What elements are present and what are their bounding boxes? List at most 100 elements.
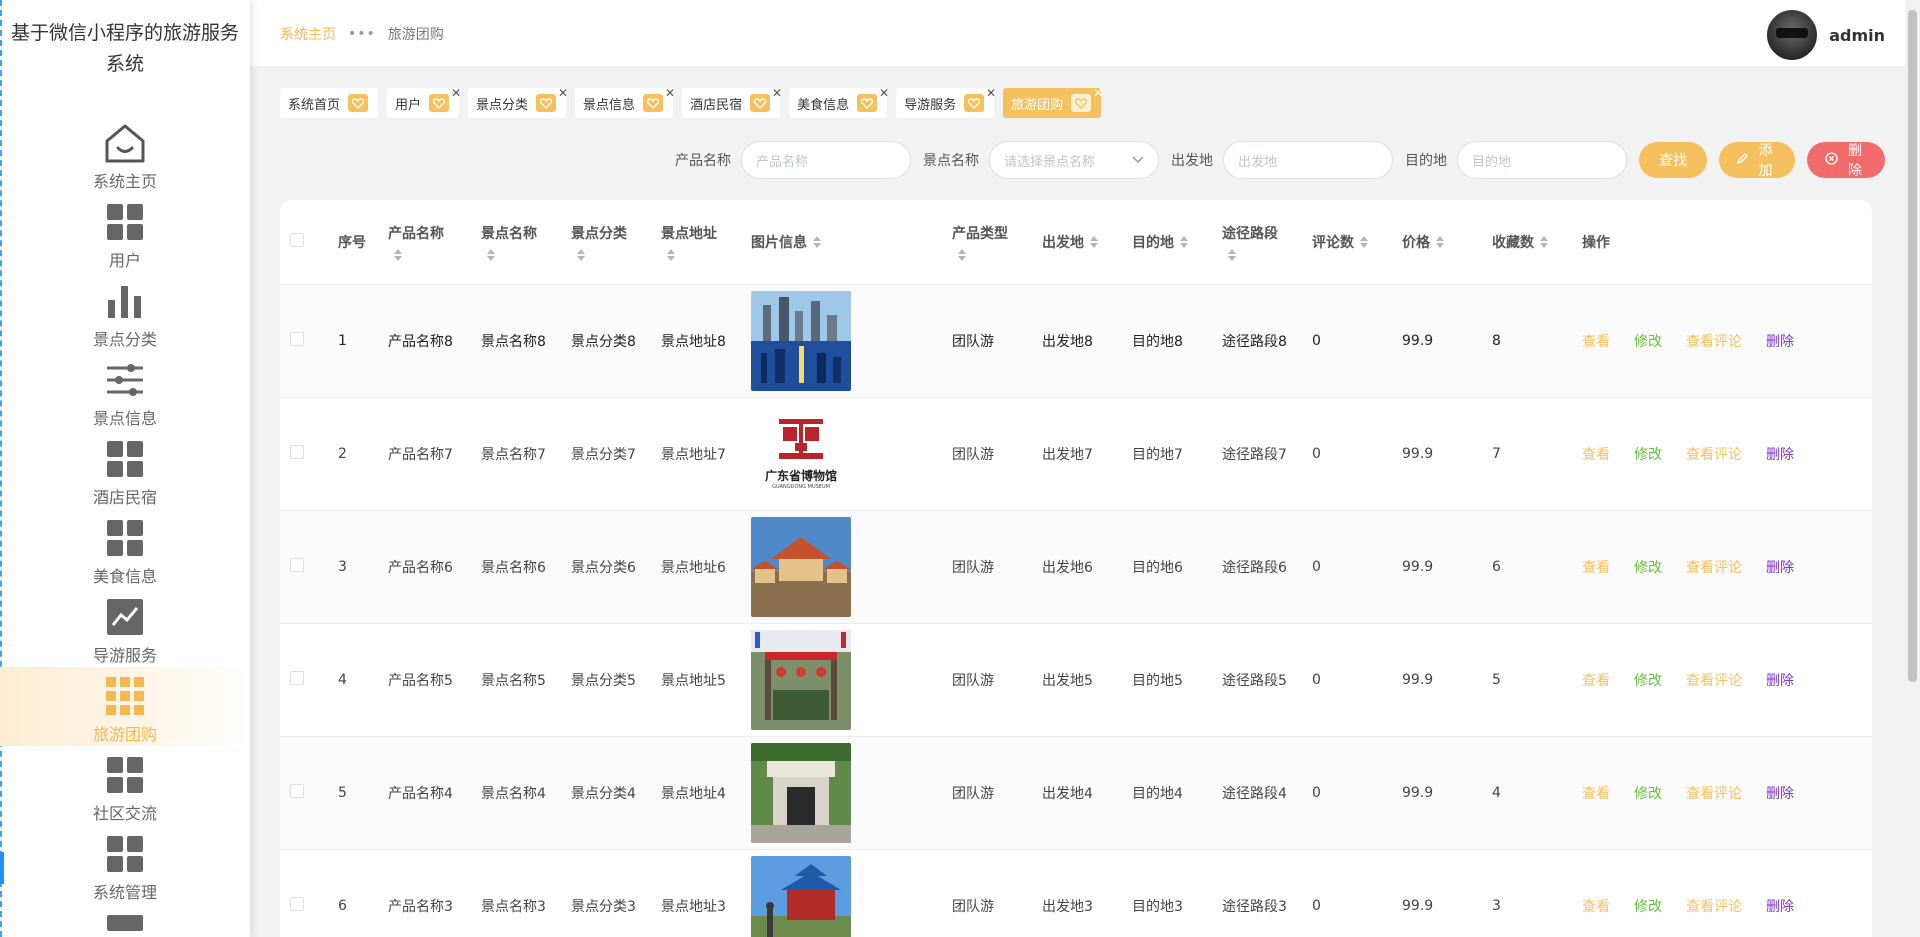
batch-delete-button[interactable]: 删除 (1807, 142, 1885, 179)
view-link[interactable]: 查看 (1582, 670, 1610, 690)
delete-link[interactable]: 删除 (1766, 557, 1794, 577)
view-reviews-link[interactable]: 查看评论 (1686, 444, 1742, 464)
row-checkbox[interactable] (290, 783, 304, 798)
tag-spot-category[interactable]: 景点分类 ✕ (468, 86, 568, 118)
sort-icon[interactable] (667, 248, 677, 261)
view-reviews-link[interactable]: 查看评论 (1686, 557, 1742, 577)
sidebar-item-spot-category[interactable]: 景点分类 (0, 272, 250, 351)
spot-name-select[interactable]: 请选择景点名称 (989, 141, 1159, 179)
sort-icon[interactable] (394, 248, 404, 261)
close-icon[interactable]: ✕ (665, 86, 675, 100)
page-scrollbar[interactable] (1905, 0, 1920, 937)
product-name-input[interactable]: 产品名称 (741, 141, 911, 179)
user-menu[interactable]: admin (1767, 10, 1885, 60)
col-header-image[interactable]: 图片信息 (751, 200, 952, 284)
sort-icon[interactable] (1436, 235, 1446, 248)
spot-image[interactable] (751, 855, 952, 937)
sort-icon[interactable] (487, 248, 497, 261)
sort-icon[interactable] (1090, 235, 1100, 248)
close-icon[interactable]: ✕ (451, 86, 461, 100)
view-link[interactable]: 查看 (1582, 783, 1610, 803)
edit-link[interactable]: 修改 (1634, 783, 1662, 803)
table-row[interactable]: 4 产品名称5 景点名称5 景点分类5 景点地址5 团队游 出发地5 目的地5 途径路段5 0 99… (280, 623, 1872, 736)
sidebar-item-partial[interactable] (0, 904, 250, 937)
view-reviews-link[interactable]: 查看评论 (1686, 896, 1742, 916)
row-checkbox[interactable] (290, 557, 304, 572)
col-header-favorites[interactable]: 收藏数 (1492, 200, 1582, 284)
sidebar-item-community[interactable]: 社区交流 (0, 746, 250, 825)
add-button[interactable]: 添加 (1719, 142, 1795, 179)
col-header-address[interactable]: 景点地址 (661, 200, 751, 284)
close-icon[interactable]: ✕ (1093, 86, 1103, 100)
destination-input[interactable]: 目的地 (1457, 141, 1627, 179)
sidebar-item-food[interactable]: 美食信息 (0, 509, 250, 588)
view-reviews-link[interactable]: 查看评论 (1686, 670, 1742, 690)
sort-icon[interactable] (813, 235, 823, 248)
col-header-route[interactable]: 途径路段 (1222, 200, 1312, 284)
spot-image[interactable] (751, 742, 952, 843)
sidebar-item-spot-info[interactable]: 景点信息 (0, 351, 250, 430)
delete-link[interactable]: 删除 (1766, 896, 1794, 916)
view-link[interactable]: 查看 (1582, 444, 1610, 464)
table-row[interactable]: 1 产品名称8 景点名称8 景点分类8 景点地址8 团队游 出发地8 目的地8 途径路段8 0 99… (280, 284, 1872, 397)
tag-food[interactable]: 美食信息 ✕ (789, 86, 889, 118)
edit-link[interactable]: 修改 (1634, 670, 1662, 690)
spot-image[interactable] (751, 516, 952, 617)
delete-link[interactable]: 删除 (1766, 783, 1794, 803)
view-reviews-link[interactable]: 查看评论 (1686, 331, 1742, 351)
close-icon[interactable]: ✕ (879, 86, 889, 100)
col-header-type[interactable]: 产品类型 (952, 200, 1042, 284)
table-row[interactable]: 6 产品名称3 景点名称3 景点分类3 景点地址3 团队游 出发地3 目的地3 途径路段3 0 99… (280, 849, 1872, 937)
sort-icon[interactable] (1228, 248, 1238, 261)
delete-link[interactable]: 删除 (1766, 331, 1794, 351)
delete-link[interactable]: 删除 (1766, 670, 1794, 690)
col-header-category[interactable]: 景点分类 (571, 200, 661, 284)
spot-image[interactable]: 广东省博物馆 GUANGDONG MUSEUM (751, 403, 952, 504)
edit-link[interactable]: 修改 (1634, 444, 1662, 464)
col-header-spot[interactable]: 景点名称 (481, 200, 571, 284)
edit-link[interactable]: 修改 (1634, 896, 1662, 916)
search-button[interactable]: 查找 (1639, 142, 1707, 178)
view-reviews-link[interactable]: 查看评论 (1686, 783, 1742, 803)
row-checkbox[interactable] (290, 896, 304, 911)
avatar[interactable] (1767, 10, 1818, 60)
breadcrumb-home-link[interactable]: 系统主页 (280, 24, 336, 44)
col-header-comments[interactable]: 评论数 (1312, 200, 1402, 284)
col-header-price[interactable]: 价格 (1402, 200, 1492, 284)
table-row[interactable]: 2 产品名称7 景点名称7 景点分类7 景点地址7 广东省博物馆 GUANGDONG MUS… (280, 397, 1872, 510)
tag-hotel[interactable]: 酒店民宿 ✕ (682, 86, 782, 118)
sort-icon[interactable] (1360, 235, 1370, 248)
col-header-to[interactable]: 目的地 (1132, 200, 1222, 284)
close-icon[interactable]: ✕ (772, 86, 782, 100)
sidebar-item-guide[interactable]: 导游服务 (0, 588, 250, 667)
close-icon[interactable]: ✕ (558, 86, 568, 100)
tag-spot-info[interactable]: 景点信息 ✕ (575, 86, 675, 118)
sidebar-item-users[interactable]: 用户 (0, 193, 250, 272)
table-row[interactable]: 5 产品名称4 景点名称4 景点分类4 景点地址4 团队游 出发地4 目的地4 途径路段4 0 99… (280, 736, 1872, 849)
view-link[interactable]: 查看 (1582, 896, 1610, 916)
col-header-from[interactable]: 出发地 (1042, 200, 1132, 284)
view-link[interactable]: 查看 (1582, 557, 1610, 577)
table-row[interactable]: 3 产品名称6 景点名称6 景点分类6 景点地址6 团队游 出发地6 目的地6 途径路段6 0 99… (280, 510, 1872, 623)
sort-icon[interactable] (1180, 235, 1190, 248)
tag-home[interactable]: 系统首页 (280, 88, 379, 118)
sort-icon[interactable] (1540, 235, 1550, 248)
edit-link[interactable]: 修改 (1634, 331, 1662, 351)
scrollbar-thumb[interactable] (1908, 10, 1917, 682)
row-checkbox[interactable] (290, 444, 304, 459)
select-all-checkbox[interactable] (290, 232, 304, 247)
departure-input[interactable]: 出发地 (1223, 141, 1393, 179)
row-checkbox[interactable] (290, 670, 304, 685)
spot-image[interactable] (751, 629, 952, 730)
sidebar-item-system[interactable]: 系统管理 (0, 825, 250, 904)
close-icon[interactable]: ✕ (986, 86, 996, 100)
tag-group-tour[interactable]: 旅游团购 ✕ (1003, 86, 1103, 118)
view-link[interactable]: 查看 (1582, 331, 1610, 351)
tag-guide[interactable]: 导游服务 ✕ (896, 86, 996, 118)
sidebar-item-home[interactable]: 系统主页 (0, 114, 250, 193)
col-header-product[interactable]: 产品名称 (388, 200, 481, 284)
sidebar-item-group-tour[interactable]: 旅游团购 (0, 667, 250, 746)
spot-image[interactable] (751, 290, 952, 391)
delete-link[interactable]: 删除 (1766, 444, 1794, 464)
sidebar-item-hotel[interactable]: 酒店民宿 (0, 430, 250, 509)
